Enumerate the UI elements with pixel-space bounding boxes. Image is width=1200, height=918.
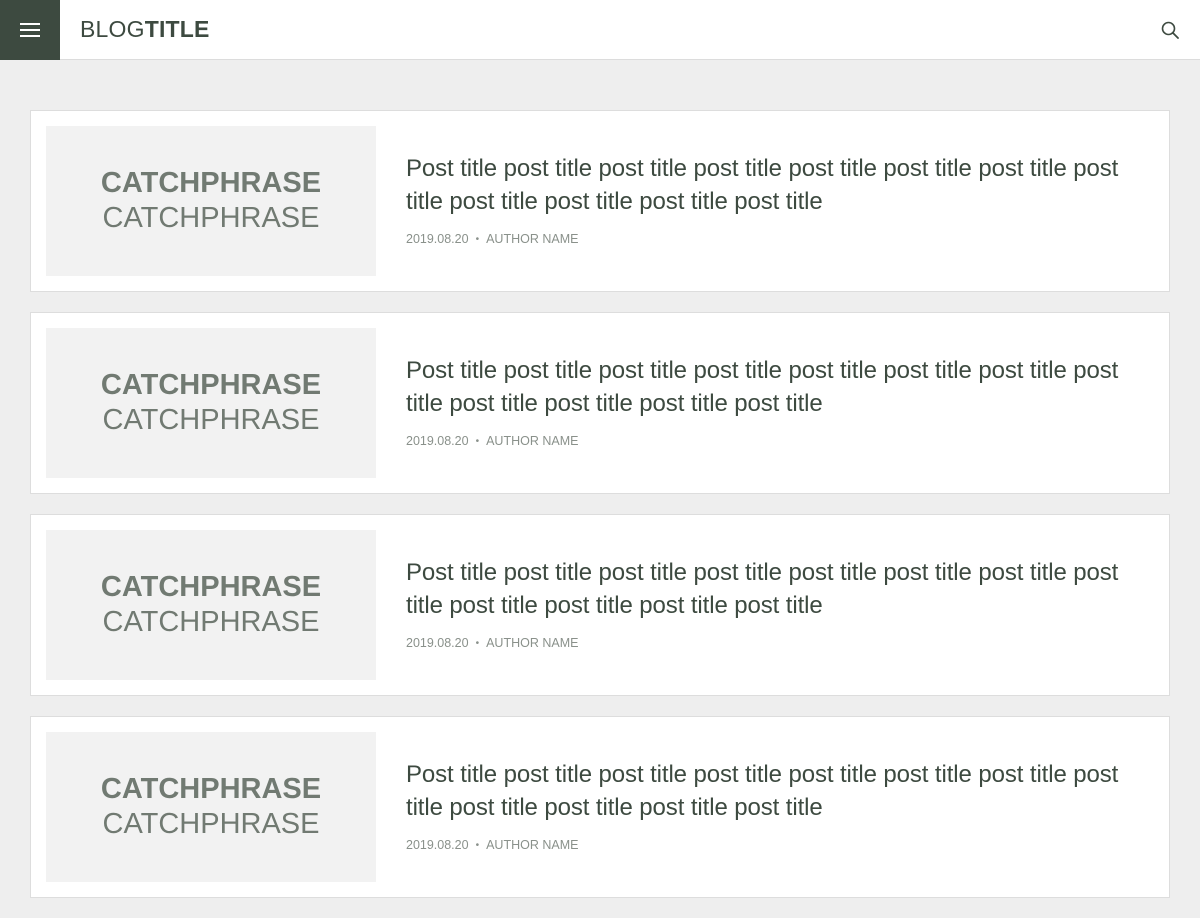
post-date: 2019.08.20: [406, 232, 469, 246]
thumbnail-catchphrase-bold: CATCHPHRASE: [100, 773, 322, 805]
post-body: Post title post title post title post ti…: [406, 328, 1154, 478]
thumbnail-catchphrase-light: CATCHPHRASE: [102, 808, 320, 840]
thumbnail-catchphrase-bold: CATCHPHRASE: [100, 571, 322, 603]
post-date: 2019.08.20: [406, 838, 469, 852]
post-author[interactable]: AUTHOR NAME: [486, 232, 578, 246]
meta-separator: •: [475, 637, 480, 649]
blog-title-logo[interactable]: BLOG TITLE: [80, 16, 210, 43]
post-title[interactable]: Post title post title post title post ti…: [406, 556, 1154, 622]
post-card[interactable]: CATCHPHRASE CATCHPHRASE Post title post …: [30, 514, 1170, 696]
post-thumbnail[interactable]: CATCHPHRASE CATCHPHRASE: [46, 328, 376, 478]
post-date: 2019.08.20: [406, 434, 469, 448]
hamburger-icon: [20, 22, 40, 37]
post-thumbnail[interactable]: CATCHPHRASE CATCHPHRASE: [46, 530, 376, 680]
post-author[interactable]: AUTHOR NAME: [486, 434, 578, 448]
post-author[interactable]: AUTHOR NAME: [486, 636, 578, 650]
post-card[interactable]: CATCHPHRASE CATCHPHRASE Post title post …: [30, 110, 1170, 292]
post-card[interactable]: CATCHPHRASE CATCHPHRASE Post title post …: [30, 312, 1170, 494]
post-card[interactable]: CATCHPHRASE CATCHPHRASE Post title post …: [30, 716, 1170, 898]
post-body: Post title post title post title post ti…: [406, 530, 1154, 680]
post-author[interactable]: AUTHOR NAME: [486, 838, 578, 852]
thumbnail-catchphrase-bold: CATCHPHRASE: [100, 369, 322, 401]
post-date: 2019.08.20: [406, 636, 469, 650]
post-title[interactable]: Post title post title post title post ti…: [406, 758, 1154, 824]
thumbnail-catchphrase-bold: CATCHPHRASE: [100, 167, 322, 199]
post-list: CATCHPHRASE CATCHPHRASE Post title post …: [30, 110, 1170, 918]
top-header: BLOG TITLE: [0, 0, 1200, 60]
meta-separator: •: [475, 233, 480, 245]
menu-button[interactable]: [0, 0, 60, 60]
meta-separator: •: [475, 435, 480, 447]
post-thumbnail[interactable]: CATCHPHRASE CATCHPHRASE: [46, 126, 376, 276]
post-meta: 2019.08.20 • AUTHOR NAME: [406, 636, 1154, 650]
thumbnail-catchphrase-light: CATCHPHRASE: [102, 606, 320, 638]
post-thumbnail[interactable]: CATCHPHRASE CATCHPHRASE: [46, 732, 376, 882]
thumbnail-catchphrase-light: CATCHPHRASE: [102, 404, 320, 436]
thumbnail-catchphrase-light: CATCHPHRASE: [102, 202, 320, 234]
post-meta: 2019.08.20 • AUTHOR NAME: [406, 434, 1154, 448]
blog-title-light: BLOG: [80, 16, 145, 42]
post-body: Post title post title post title post ti…: [406, 732, 1154, 882]
post-title[interactable]: Post title post title post title post ti…: [406, 152, 1154, 218]
meta-separator: •: [475, 839, 480, 851]
post-body: Post title post title post title post ti…: [406, 126, 1154, 276]
search-button[interactable]: [1160, 20, 1180, 40]
blog-title-bold: TITLE: [144, 16, 210, 42]
post-title[interactable]: Post title post title post title post ti…: [406, 354, 1154, 420]
search-icon: [1161, 21, 1179, 39]
post-meta: 2019.08.20 • AUTHOR NAME: [406, 838, 1154, 852]
post-meta: 2019.08.20 • AUTHOR NAME: [406, 232, 1154, 246]
